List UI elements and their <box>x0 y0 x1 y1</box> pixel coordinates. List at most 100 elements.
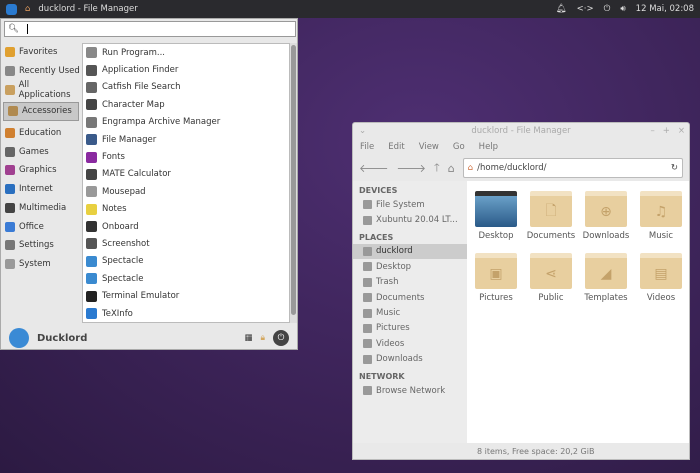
category-icon <box>5 184 15 195</box>
place-icon <box>363 339 372 349</box>
app-icon <box>86 168 97 180</box>
category-icon <box>5 128 15 139</box>
window-menu-icon[interactable]: ⌄ <box>359 126 366 136</box>
app-item[interactable]: Spectacle <box>83 253 289 270</box>
title-bar: ⌄ ducklord - File Manager – + × <box>353 123 689 139</box>
sidebar-item[interactable]: Pictures <box>353 321 467 336</box>
sidebar-item[interactable]: Videos <box>353 336 467 351</box>
sidebar-item[interactable]: File System <box>353 197 467 212</box>
place-icon <box>363 277 372 287</box>
power-icon[interactable]: ⏻ <box>604 4 611 14</box>
app-item[interactable]: Mousepad <box>83 183 289 200</box>
app-list-scrollbar[interactable] <box>290 43 297 323</box>
home-icon[interactable]: ⌂ <box>448 162 455 175</box>
folder-item[interactable]: ◢ Templates <box>581 253 631 303</box>
top-panel: ⌂ ducklord - File Manager 🔔︎ <·> ⏻ 🔊︎ 12… <box>0 0 700 18</box>
menu-item[interactable]: Go <box>453 142 465 152</box>
sidebar-item[interactable]: Desktop <box>353 259 467 274</box>
app-item[interactable]: TeXInfo <box>83 305 289 322</box>
category-item[interactable]: Favorites <box>1 43 81 62</box>
app-item[interactable]: Application Finder <box>83 61 289 78</box>
settings-manager-icon[interactable]: ▦ <box>244 333 252 343</box>
category-item[interactable]: Multimedia <box>1 199 81 218</box>
location-bar[interactable]: ⌂/home/ducklord/↻ <box>462 158 683 178</box>
close-icon[interactable]: × <box>678 126 685 136</box>
sidebar-item[interactable]: Browse Network <box>353 383 467 398</box>
app-item[interactable]: Engrampa Archive Manager <box>83 114 289 131</box>
app-icon <box>86 47 97 59</box>
search-icon: 🔍︎ <box>8 24 19 34</box>
category-item[interactable]: Recently Used <box>1 62 81 81</box>
folder-item[interactable]: ⋖ Public <box>526 253 576 303</box>
notification-bell-icon[interactable]: 🔔︎ <box>556 4 567 14</box>
app-item[interactable]: Terminal Emulator <box>83 287 289 304</box>
category-item[interactable]: Settings <box>1 236 81 255</box>
folder-icon: ♫ <box>640 191 682 227</box>
category-item[interactable]: Internet <box>1 180 81 199</box>
reload-icon[interactable]: ↻ <box>671 163 678 173</box>
category-item[interactable]: System <box>1 255 81 274</box>
app-item[interactable]: Screenshot <box>83 235 289 252</box>
category-icon <box>5 202 15 213</box>
category-item[interactable]: Games <box>1 142 81 161</box>
app-item[interactable]: Onboard <box>83 218 289 235</box>
app-icon <box>86 238 97 250</box>
category-item[interactable]: Graphics <box>1 161 81 180</box>
app-icon <box>86 64 97 76</box>
sidebar-item[interactable]: Trash <box>353 275 467 290</box>
place-icon <box>363 386 372 396</box>
menu-search-input[interactable]: 🔍︎ <box>4 21 296 37</box>
lock-screen-icon[interactable]: 🔒︎ <box>260 333 265 343</box>
sidebar-item[interactable]: ducklord <box>353 243 467 260</box>
back-icon[interactable]: 🡐 <box>359 161 389 175</box>
category-item[interactable]: Office <box>1 217 81 236</box>
app-item[interactable]: Run Program... <box>83 44 289 61</box>
up-icon[interactable]: 🡑 <box>434 159 440 178</box>
menu-item[interactable]: View <box>419 142 439 152</box>
app-item[interactable]: Spectacle <box>83 270 289 287</box>
folder-icon: ▤ <box>640 253 682 289</box>
folder-item[interactable]: ▣ Pictures <box>471 253 521 303</box>
folder-item[interactable]: ⊕ Downloads <box>581 191 631 241</box>
category-icon <box>5 47 15 58</box>
app-item[interactable]: Character Map <box>83 96 289 113</box>
menu-item[interactable]: Help <box>479 142 498 152</box>
menu-bar: File Edit View Go Help <box>353 139 689 155</box>
app-icon <box>86 308 97 320</box>
minimize-icon[interactable]: – <box>651 126 655 136</box>
whisker-menu-icon[interactable] <box>6 3 17 15</box>
app-item[interactable]: Notes <box>83 201 289 218</box>
place-icon <box>363 215 372 225</box>
folder-icon: ▣ <box>475 253 517 289</box>
app-item[interactable]: Fonts <box>83 148 289 165</box>
category-item[interactable]: Accessories <box>3 102 79 121</box>
sidebar-item[interactable]: Xubuntu 20.04 LT... <box>353 212 467 227</box>
taskbar-window-title[interactable]: ducklord - File Manager <box>38 4 137 14</box>
sidebar: DEVICES File System Xubuntu 20.04 LT... PLA… <box>353 181 467 443</box>
category-icon <box>5 221 15 232</box>
forward-icon[interactable]: 🡒 <box>397 161 427 175</box>
logout-icon[interactable]: ⏻ <box>273 330 289 346</box>
folder-item[interactable]: ♫ Music <box>636 191 686 241</box>
home-folder-icon: ⌂ <box>467 163 474 173</box>
category-item[interactable]: Education <box>1 124 81 143</box>
clock[interactable]: 12 Mai, 02:08 <box>636 4 694 14</box>
sidebar-item[interactable]: Documents <box>353 290 467 305</box>
app-item[interactable]: File Manager <box>83 131 289 148</box>
sidebar-item[interactable]: Music <box>353 305 467 320</box>
network-icon[interactable]: <·> <box>577 4 594 14</box>
app-item[interactable]: Catfish File Search <box>83 79 289 96</box>
folder-item[interactable]: 🗋 Documents <box>526 191 576 241</box>
folder-icon <box>475 191 517 227</box>
sidebar-item[interactable]: Downloads <box>353 352 467 367</box>
home-folder-icon: ⌂ <box>25 4 31 14</box>
volume-icon[interactable]: 🔊︎ <box>620 4 625 14</box>
menu-item[interactable]: Edit <box>388 142 404 152</box>
app-item[interactable]: MATE Calculator <box>83 166 289 183</box>
category-item[interactable]: All Applications <box>1 80 81 100</box>
maximize-icon[interactable]: + <box>663 126 670 136</box>
folder-item[interactable]: Desktop <box>471 191 521 241</box>
menu-item[interactable]: File <box>360 142 374 152</box>
folder-item[interactable]: ▤ Videos <box>636 253 686 303</box>
category-icon <box>5 240 15 251</box>
